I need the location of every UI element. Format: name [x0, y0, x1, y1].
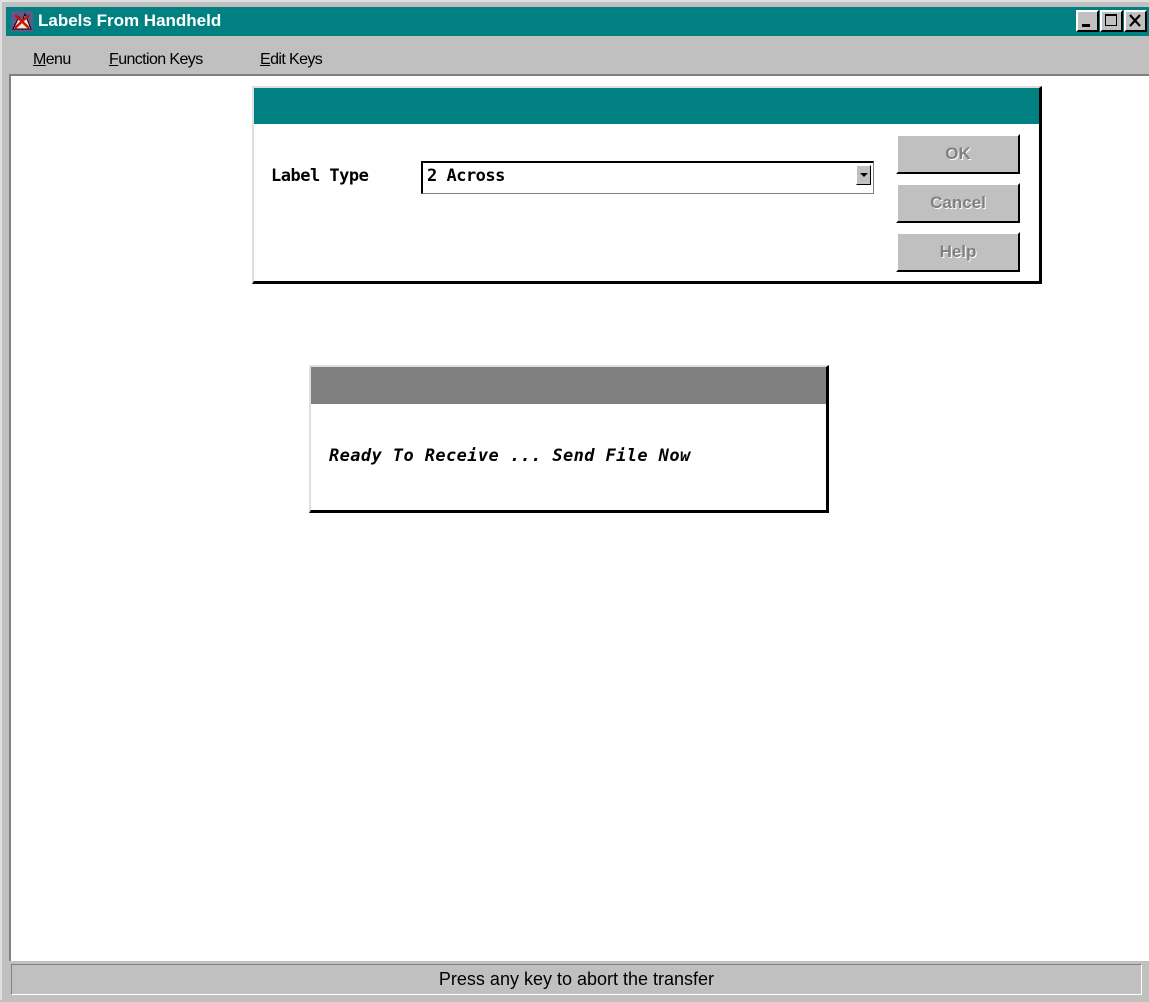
maximize-icon [1105, 14, 1117, 26]
dialog-caption-bar[interactable] [311, 367, 826, 404]
title-bar[interactable]: Labels From Handheld [6, 7, 1149, 36]
menu-function-keys[interactable]: Function Keys [109, 51, 203, 69]
chevron-down-icon[interactable] [856, 165, 871, 185]
minimize-button[interactable] [1076, 10, 1099, 32]
dialog-caption-bar[interactable] [254, 88, 1039, 124]
menu-edit-keys[interactable]: Edit Keys [260, 51, 323, 69]
label-type-value: 2 Across [427, 166, 505, 186]
status-text: Press any key to abort the transfer [11, 964, 1142, 995]
cancel-button[interactable]: Cancel [896, 183, 1020, 223]
menu-label: Function Keys [109, 51, 203, 68]
label-type-select[interactable]: 2 Across [421, 161, 874, 194]
help-button[interactable]: Help [896, 232, 1020, 272]
transfer-message: Ready To Receive ... Send File Now [329, 446, 691, 466]
maximize-button[interactable] [1100, 10, 1123, 32]
window-title: Labels From Handheld [38, 11, 222, 30]
label-type-label: Label Type [271, 166, 369, 186]
ok-button[interactable]: OK [896, 134, 1020, 174]
client-area: Label Type 2 Across OK Cancel Help Ready… [9, 74, 1149, 961]
menu-menu[interactable]: Menu [33, 51, 71, 69]
menu-label: Menu [33, 51, 71, 68]
transfer-dialog: Ready To Receive ... Send File Now [309, 365, 829, 513]
close-icon [1129, 14, 1141, 27]
label-type-dialog: Label Type 2 Across OK Cancel Help [252, 86, 1042, 284]
app-window: Labels From Handheld Menu Function Keys … [0, 0, 1149, 1002]
menu-label: Edit Keys [260, 51, 323, 68]
menu-bar: Menu Function Keys Edit Keys [6, 38, 1149, 74]
close-button[interactable] [1124, 10, 1147, 32]
minimize-icon [1082, 24, 1090, 27]
app-icon[interactable] [11, 11, 33, 32]
status-bar: Press any key to abort the transfer [9, 963, 1149, 1002]
